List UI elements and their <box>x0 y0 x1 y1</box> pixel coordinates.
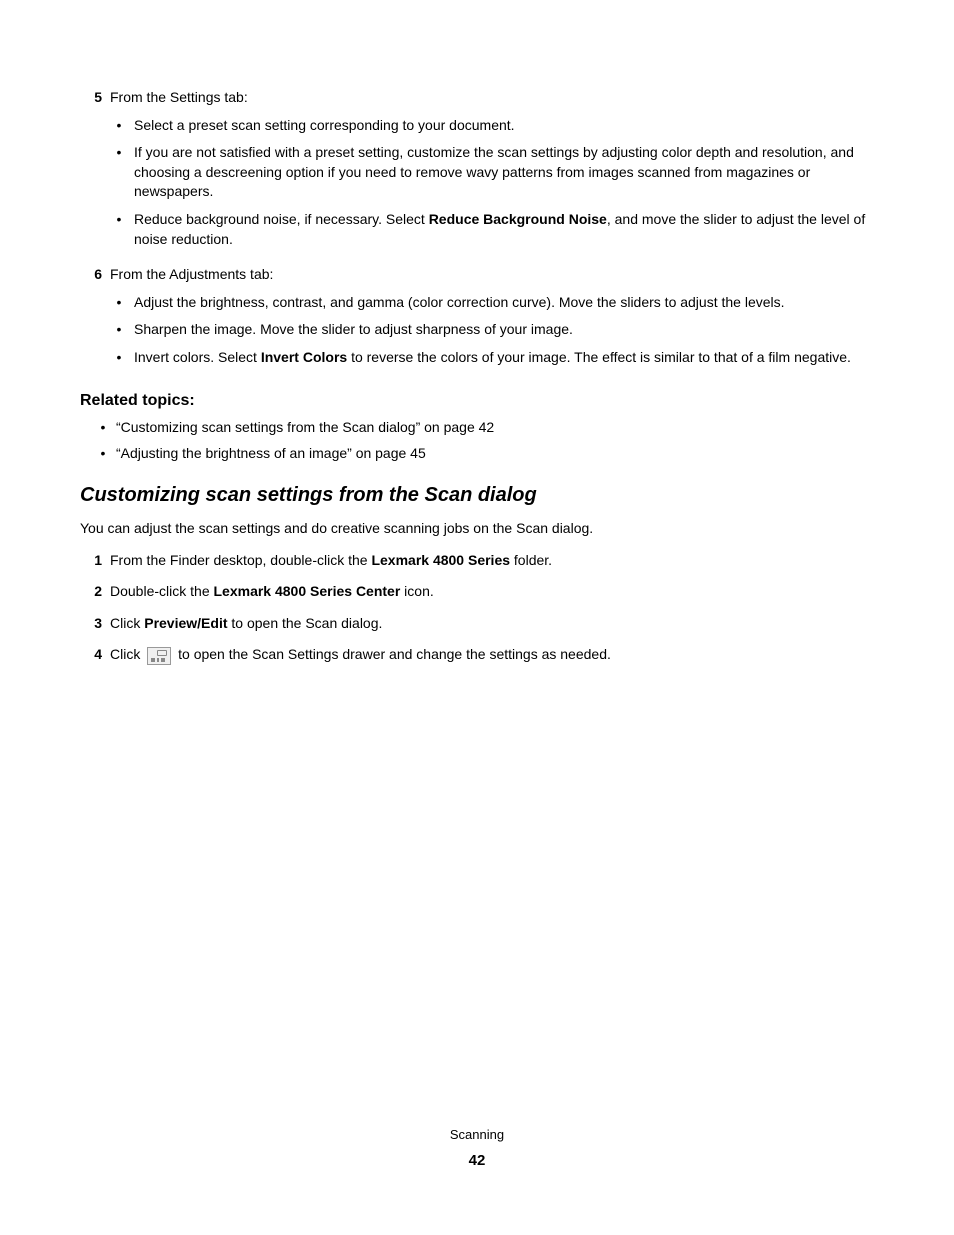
text-suffix: to reverse the colors of your image. The… <box>347 349 851 365</box>
list-item: 4 Click to open the Scan Settings drawer… <box>80 645 874 665</box>
text-bold: Reduce Background Noise <box>429 211 607 227</box>
bullet-item: • Reduce background noise, if necessary.… <box>110 210 874 249</box>
section-heading: Customizing scan settings from the Scan … <box>80 481 874 509</box>
bullet-dot: • <box>110 210 128 249</box>
scan-settings-icon <box>147 647 171 665</box>
bullet-list: • Adjust the brightness, contrast, and g… <box>110 293 874 368</box>
procedure-steps: 1 From the Finder desktop, double-click … <box>80 551 874 665</box>
bullet-text: Select a preset scan setting correspondi… <box>134 116 874 136</box>
text-prefix: Reduce background noise, if necessary. S… <box>134 211 429 227</box>
text-bold: Invert Colors <box>261 349 347 365</box>
bullet-text: Invert colors. Select Invert Colors to r… <box>134 348 874 368</box>
bullet-dot: • <box>94 418 112 438</box>
step-number: 5 <box>80 88 102 261</box>
step-content: Click to open the Scan Settings drawer a… <box>110 645 874 665</box>
step-number: 4 <box>80 645 102 665</box>
text-suffix: icon. <box>400 583 433 599</box>
text-suffix: to open the Scan Settings drawer and cha… <box>174 646 611 662</box>
step-5: 5 From the Settings tab: • Select a pres… <box>80 88 874 261</box>
text-prefix: Click <box>110 646 144 662</box>
bullet-item: • Invert colors. Select Invert Colors to… <box>110 348 874 368</box>
bullet-text: Adjust the brightness, contrast, and gam… <box>134 293 874 313</box>
footer-page-number: 42 <box>0 1150 954 1171</box>
list-item: 1 From the Finder desktop, double-click … <box>80 551 874 571</box>
bullet-item: • Sharpen the image. Move the slider to … <box>110 320 874 340</box>
related-topics-list: • “Customizing scan settings from the Sc… <box>80 418 874 463</box>
bullet-dot: • <box>110 116 128 136</box>
step-intro: From the Adjustments tab: <box>110 265 874 285</box>
text-bold: Preview/Edit <box>144 615 227 631</box>
bullet-list: • Select a preset scan setting correspon… <box>110 116 874 250</box>
step-content: From the Adjustments tab: • Adjust the b… <box>110 265 874 379</box>
bullet-dot: • <box>110 320 128 340</box>
text-prefix: Double-click the <box>110 583 214 599</box>
step-intro: From the Settings tab: <box>110 88 874 108</box>
step-content: From the Finder desktop, double-click th… <box>110 551 874 571</box>
step-number: 1 <box>80 551 102 571</box>
bullet-text: Reduce background noise, if necessary. S… <box>134 210 874 249</box>
text-bold: Lexmark 4800 Series Center <box>214 583 401 599</box>
bullet-item: • Select a preset scan setting correspon… <box>110 116 874 136</box>
text-prefix: From the Finder desktop, double-click th… <box>110 552 371 568</box>
related-link-text: “Customizing scan settings from the Scan… <box>116 418 494 438</box>
list-item: 2 Double-click the Lexmark 4800 Series C… <box>80 582 874 602</box>
related-link-text: “Adjusting the brightness of an image” o… <box>116 444 426 464</box>
section-intro: You can adjust the scan settings and do … <box>80 519 874 539</box>
bullet-dot: • <box>94 444 112 464</box>
text-suffix: folder. <box>510 552 552 568</box>
step-content: From the Settings tab: • Select a preset… <box>110 88 874 261</box>
text-prefix: Invert colors. Select <box>134 349 261 365</box>
step-number: 3 <box>80 614 102 634</box>
step-number: 6 <box>80 265 102 379</box>
list-item: 3 Click Preview/Edit to open the Scan di… <box>80 614 874 634</box>
bullet-text: If you are not satisfied with a preset s… <box>134 143 874 202</box>
bullet-dot: • <box>110 293 128 313</box>
bullet-item: • If you are not satisfied with a preset… <box>110 143 874 202</box>
step-content: Click Preview/Edit to open the Scan dial… <box>110 614 874 634</box>
step-number: 2 <box>80 582 102 602</box>
text-prefix: Click <box>110 615 144 631</box>
bullet-dot: • <box>110 348 128 368</box>
related-item: • “Adjusting the brightness of an image”… <box>94 444 874 464</box>
bullet-dot: • <box>110 143 128 202</box>
list-item: 6 From the Adjustments tab: • Adjust the… <box>80 265 874 379</box>
footer-section-label: Scanning <box>0 1126 954 1144</box>
bullet-item: • Adjust the brightness, contrast, and g… <box>110 293 874 313</box>
page-footer: Scanning 42 <box>0 1126 954 1171</box>
document-page: 5 From the Settings tab: • Select a pres… <box>0 0 954 665</box>
related-topics-heading: Related topics: <box>80 390 874 412</box>
step-content: Double-click the Lexmark 4800 Series Cen… <box>110 582 874 602</box>
text-suffix: to open the Scan dialog. <box>228 615 383 631</box>
list-item: 5 From the Settings tab: • Select a pres… <box>80 88 874 261</box>
text-bold: Lexmark 4800 Series <box>371 552 510 568</box>
related-item: • “Customizing scan settings from the Sc… <box>94 418 874 438</box>
bullet-text: Sharpen the image. Move the slider to ad… <box>134 320 874 340</box>
step-6: 6 From the Adjustments tab: • Adjust the… <box>80 265 874 379</box>
